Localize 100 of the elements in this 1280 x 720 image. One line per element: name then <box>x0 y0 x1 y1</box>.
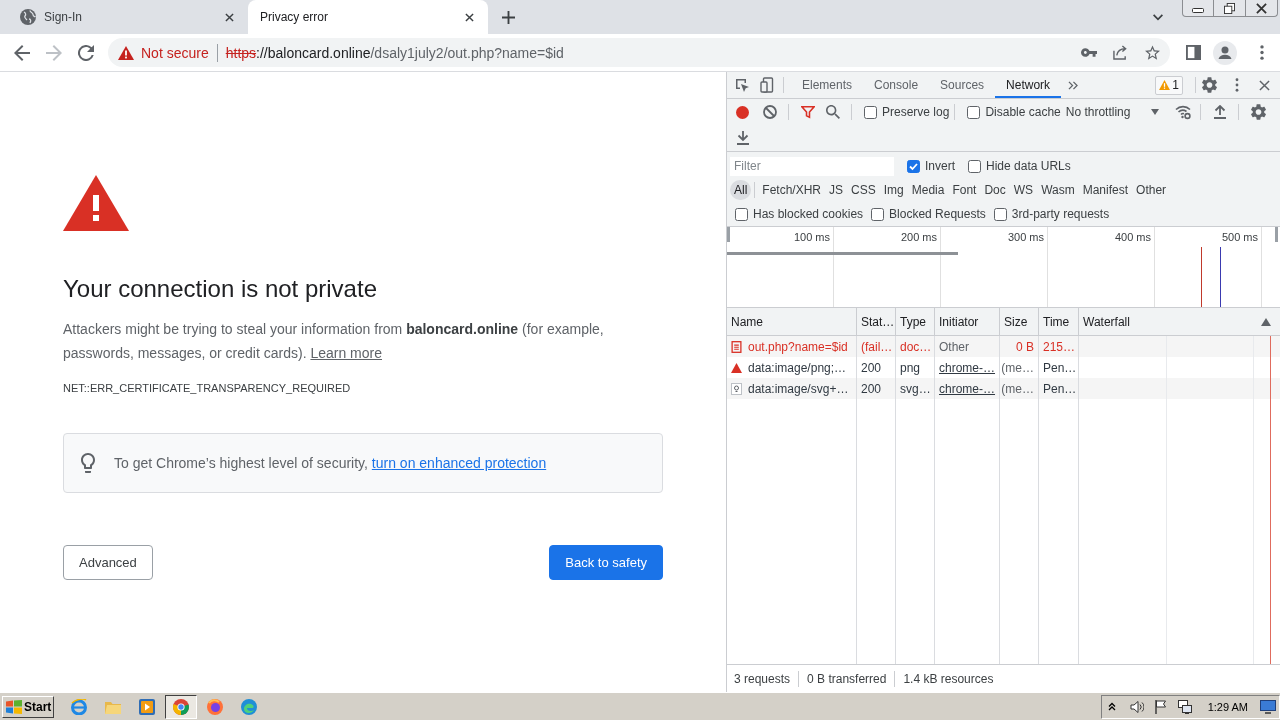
type-filter-button[interactable]: Manifest <box>1078 180 1133 200</box>
caret-down-icon[interactable] <box>1151 109 1160 115</box>
checkbox[interactable] <box>735 207 748 221</box>
checkbox-label[interactable]: Blocked Requests <box>889 207 986 221</box>
flag-icon[interactable] <box>1153 699 1168 714</box>
checkbox-label[interactable]: Disable cache <box>985 105 1061 119</box>
type-filter-button[interactable]: Wasm <box>1037 180 1079 200</box>
column-header[interactable]: Size <box>1000 308 1039 335</box>
column-header[interactable]: Type <box>896 308 935 335</box>
browser-tab[interactable]: Privacy error <box>248 0 488 34</box>
url-field[interactable]: https://baloncard.online/dsaly1july2/out.php?name=$id <box>225 44 1081 61</box>
type-filter-button[interactable]: Doc <box>980 180 1010 200</box>
devtools-tab[interactable]: Elements <box>791 72 864 98</box>
checkbox-label[interactable]: Hide data URLs <box>986 159 1071 173</box>
close-button[interactable] <box>1246 0 1278 17</box>
overview-handle[interactable] <box>727 227 730 242</box>
checkbox[interactable] <box>907 159 920 173</box>
column-header[interactable]: Waterfall <box>1079 308 1280 335</box>
tick-label: 200 ms <box>899 231 937 243</box>
type-filter-button[interactable]: Fetch/XHR <box>758 180 826 200</box>
checkbox[interactable] <box>993 207 1007 221</box>
advanced-button[interactable]: Advanced <box>63 545 153 580</box>
initiator-link[interactable]: chrome-… <box>939 381 995 396</box>
checkbox-label[interactable]: Has blocked cookies <box>753 207 864 221</box>
tick-label: 500 ms <box>1220 231 1258 243</box>
error-heading: Your connection is not private <box>63 274 378 304</box>
checkbox-label[interactable]: 3rd-party requests <box>1011 207 1110 221</box>
record-icon[interactable] <box>736 105 749 119</box>
type-filter-button[interactable]: Font <box>948 180 981 200</box>
column-header[interactable]: Time <box>1039 308 1079 335</box>
more-tabs-icon[interactable] <box>1068 80 1079 90</box>
column-header[interactable]: Name <box>727 308 857 335</box>
timeline-marker-line <box>1201 247 1202 307</box>
device-icon[interactable] <box>760 77 776 93</box>
issues-button[interactable]: 1 <box>1155 75 1183 95</box>
checkbox[interactable] <box>864 105 877 119</box>
checkbox[interactable] <box>871 207 885 221</box>
initiator-link[interactable]: chrome-… <box>939 360 995 375</box>
warning-icon <box>1159 80 1171 90</box>
key-icon[interactable] <box>1081 48 1097 57</box>
network-icon[interactable] <box>1177 699 1192 714</box>
column-header[interactable]: Stat… <box>857 308 896 335</box>
show-desktop-icon[interactable] <box>1260 699 1276 714</box>
menu-icon[interactable] <box>1260 45 1264 60</box>
type-filter-button[interactable]: Media <box>907 180 949 200</box>
column-header[interactable]: Initiator <box>935 308 1000 335</box>
filter-field[interactable]: Filter <box>730 156 894 176</box>
star-icon[interactable] <box>1145 45 1160 60</box>
browser-tab[interactable]: Sign-In <box>8 0 248 34</box>
close-icon[interactable] <box>1259 79 1270 91</box>
start-button[interactable]: Start <box>2 695 54 718</box>
type-filter-button[interactable]: Other <box>1132 180 1171 200</box>
menu-icon[interactable] <box>1235 78 1239 92</box>
security-indicator[interactable]: Not secure <box>118 44 209 61</box>
checkbox[interactable] <box>968 159 981 173</box>
search-icon[interactable] <box>826 105 840 119</box>
type-filter-button[interactable]: JS <box>825 180 848 200</box>
taskbar-button[interactable] <box>165 694 197 719</box>
reload-icon[interactable] <box>78 44 94 61</box>
share-icon[interactable] <box>1113 45 1128 60</box>
overview-handle[interactable] <box>1275 227 1278 242</box>
settings-icon[interactable] <box>1202 77 1217 93</box>
chevron-down-icon[interactable] <box>1152 13 1164 21</box>
devtools-tab[interactable]: Console <box>863 72 930 98</box>
speaker-icon[interactable] <box>1129 699 1144 714</box>
document-icon <box>731 340 742 353</box>
table-cell: doc… <box>896 336 935 357</box>
checkbox-label[interactable]: Invert <box>925 159 955 173</box>
request-row[interactable]: data:image/svg+… 200 svg… chrome-… (me… Pen… <box>727 378 1280 399</box>
request-row[interactable]: out.php?name=$id (fail… doc… Other 0 B 215… <box>727 336 1280 357</box>
filter-icon[interactable] <box>801 105 815 119</box>
close-icon[interactable] <box>225 12 234 22</box>
upload-icon[interactable] <box>1213 105 1228 119</box>
type-filter-button[interactable]: All <box>730 180 752 200</box>
back-icon[interactable] <box>14 44 30 61</box>
chevron-up-icon[interactable] <box>1107 702 1116 711</box>
profile-icon[interactable] <box>1213 40 1237 65</box>
side-panel-icon[interactable] <box>1186 45 1201 60</box>
back-to-safety-button[interactable]: Back to safety <box>549 545 663 580</box>
download-icon[interactable] <box>736 131 750 145</box>
learn-more-link[interactable]: Learn more <box>310 345 382 361</box>
minimize-button[interactable] <box>1182 0 1214 17</box>
checkbox[interactable] <box>967 105 981 119</box>
request-name: data:image/png;… <box>748 360 847 375</box>
restore-button[interactable] <box>1214 0 1246 17</box>
checkbox-label[interactable]: Preserve log <box>882 105 950 119</box>
type-filter-button[interactable]: Img <box>879 180 908 200</box>
settings-icon[interactable] <box>1251 104 1267 120</box>
network-conditions-icon[interactable] <box>1175 104 1192 120</box>
enhanced-protection-link[interactable]: turn on enhanced protection <box>371 455 547 471</box>
devtools-tab[interactable]: Sources <box>929 72 996 98</box>
type-filter-button[interactable]: CSS <box>847 180 880 200</box>
address-bar[interactable]: Not secure https://baloncard.online/dsaly1july2/out.php?name=$id <box>108 38 1170 67</box>
close-icon[interactable] <box>465 12 474 22</box>
inspect-icon[interactable] <box>734 77 750 93</box>
plus-icon[interactable] <box>502 10 515 24</box>
throttling-dropdown[interactable]: No throttling <box>1065 105 1131 119</box>
clear-icon[interactable] <box>763 105 777 119</box>
type-filter-button[interactable]: WS <box>1009 180 1038 200</box>
table-cell: 215… <box>1039 336 1079 357</box>
